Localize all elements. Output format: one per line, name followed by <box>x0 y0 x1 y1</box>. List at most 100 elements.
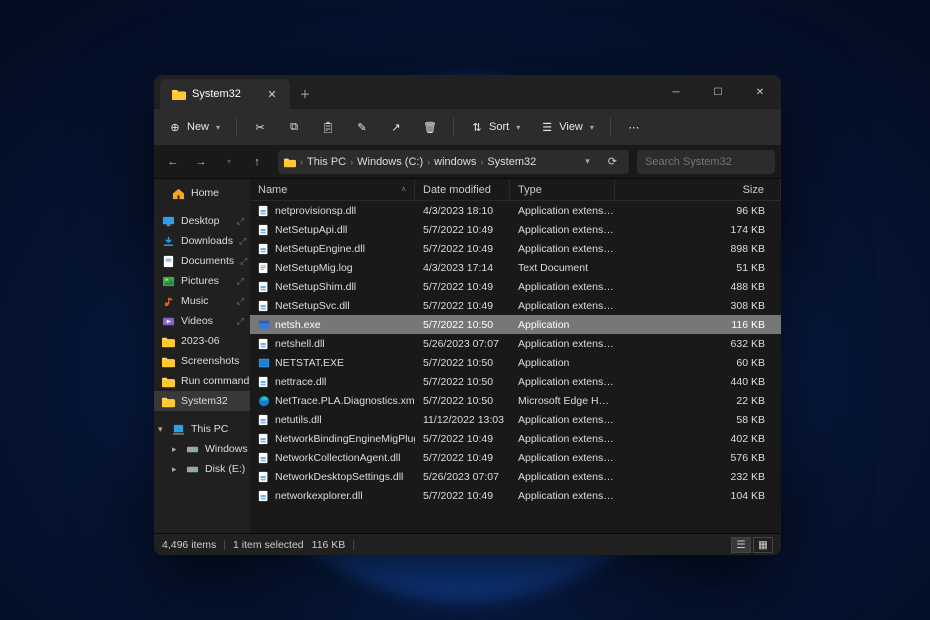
file-row[interactable]: NETSTAT.EXE5/7/2022 10:50Application60 K… <box>250 353 781 372</box>
drive-icon <box>186 463 199 476</box>
delete-button[interactable]: 🗑︎ <box>415 115 445 139</box>
file-name: NetTrace.PLA.Diagnostics.xml <box>275 395 415 407</box>
file-date: 5/7/2022 10:50 <box>415 319 510 331</box>
file-row[interactable]: NetworkBindingEngineMigPlugin.dll5/7/202… <box>250 429 781 448</box>
selection-size: 116 KB <box>312 539 346 551</box>
tab-close-button[interactable]: ✕ <box>264 86 280 102</box>
search-box[interactable]: ⌕ <box>637 150 775 174</box>
file-row[interactable]: NetworkCollectionAgent.dll5/7/2022 10:49… <box>250 448 781 467</box>
file-size: 308 KB <box>615 300 781 312</box>
sort-ascending-icon: ˄ <box>401 185 406 194</box>
sidebar-thispc[interactable]: ▾ This PC <box>154 419 250 439</box>
back-button[interactable]: ← <box>160 149 186 175</box>
file-list[interactable]: netprovisionsp.dll4/3/2023 18:10Applicat… <box>250 201 781 533</box>
file-row[interactable]: NetSetupMig.log4/3/2023 17:14Text Docume… <box>250 258 781 277</box>
navigation-pane[interactable]: Home Desktop⤢ Downloads⤢ Documents⤢ Pict… <box>154 179 250 533</box>
sidebar-item-desktop[interactable]: Desktop⤢ <box>154 211 250 231</box>
more-button[interactable]: ⋯ <box>619 115 649 139</box>
sidebar-item-folder[interactable]: 2023-06 <box>154 331 250 351</box>
sort-button[interactable]: ⇅ Sort ▾ <box>462 115 528 139</box>
new-tab-button[interactable]: ＋ <box>290 79 320 109</box>
address-dropdown[interactable]: ▾ <box>579 156 596 167</box>
file-row[interactable]: netsh.exe5/7/2022 10:50Application116 KB <box>250 315 781 334</box>
column-name[interactable]: Name˄ <box>250 179 415 200</box>
sidebar-drive-e[interactable]: ▸Disk (E:) <box>154 459 250 479</box>
cut-button[interactable]: ✂ <box>245 115 275 139</box>
file-size: 60 KB <box>615 357 781 369</box>
file-row[interactable]: NetSetupSvc.dll5/7/2022 10:49Application… <box>250 296 781 315</box>
file-name: NetSetupMig.log <box>275 262 353 274</box>
file-name: NetSetupApi.dll <box>275 224 347 236</box>
file-row[interactable]: NetSetupShim.dll5/7/2022 10:49Applicatio… <box>250 277 781 296</box>
file-row[interactable]: netshell.dll5/26/2023 07:07Application e… <box>250 334 781 353</box>
file-date: 5/7/2022 10:50 <box>415 357 510 369</box>
file-row[interactable]: NetSetupApi.dll5/7/2022 10:49Application… <box>250 220 781 239</box>
file-type: Application extension <box>510 376 615 388</box>
sort-icon: ⇅ <box>470 120 484 134</box>
column-type[interactable]: Type <box>510 179 615 200</box>
sidebar-item-music[interactable]: Music⤢ <box>154 291 250 311</box>
breadcrumb-drive[interactable]: Windows (C:) <box>357 156 423 168</box>
file-size: 402 KB <box>615 433 781 445</box>
details-view-button[interactable]: ☰ <box>731 537 751 553</box>
new-label: New <box>187 121 209 133</box>
rename-button[interactable]: ✎ <box>347 115 377 139</box>
folder-icon <box>172 87 186 101</box>
paste-button[interactable]: 📋︎ <box>313 115 343 139</box>
sidebar-item-screenshots[interactable]: Screenshots <box>154 351 250 371</box>
chevron-right-icon[interactable]: ▸ <box>172 464 180 475</box>
file-name: NetSetupSvc.dll <box>275 300 350 312</box>
copy-button[interactable]: ⧉ <box>279 115 309 139</box>
file-date: 5/7/2022 10:50 <box>415 395 510 407</box>
chevron-down-icon[interactable]: ▾ <box>158 424 166 435</box>
status-bar: 4,496 items | 1 item selected 116 KB | ☰… <box>154 533 781 555</box>
chevron-right-icon[interactable]: ▸ <box>172 444 180 455</box>
video-icon <box>162 315 175 328</box>
sidebar-item-downloads[interactable]: Downloads⤢ <box>154 231 250 251</box>
sidebar-item-pictures[interactable]: Pictures⤢ <box>154 271 250 291</box>
new-button[interactable]: ⊕ New ▾ <box>160 115 228 139</box>
breadcrumb-windows[interactable]: windows <box>434 156 476 168</box>
share-button[interactable]: ↗ <box>381 115 411 139</box>
forward-button[interactable]: → <box>188 149 214 175</box>
sidebar-item-documents[interactable]: Documents⤢ <box>154 251 250 271</box>
address-bar[interactable]: › This PC › Windows (C:) › windows › Sys… <box>278 150 629 174</box>
recent-dropdown[interactable]: ▾ <box>216 149 242 175</box>
titlebar[interactable]: System32 ✕ ＋ ─ ☐ ✕ <box>154 75 781 109</box>
pin-icon: ⤢ <box>237 296 244 307</box>
file-type: Application extension <box>510 300 615 312</box>
file-row[interactable]: nettrace.dll5/7/2022 10:50Application ex… <box>250 372 781 391</box>
sidebar-item-videos[interactable]: Videos⤢ <box>154 311 250 331</box>
file-row[interactable]: NetTrace.PLA.Diagnostics.xml5/7/2022 10:… <box>250 391 781 410</box>
file-row[interactable]: NetworkDesktopSettings.dll5/26/2023 07:0… <box>250 467 781 486</box>
file-type: Application extension <box>510 490 615 502</box>
column-date[interactable]: Date modified <box>415 179 510 200</box>
file-icon <box>258 338 270 350</box>
sidebar-item-system32[interactable]: System32 <box>154 391 250 411</box>
file-icon <box>258 357 270 369</box>
maximize-button[interactable]: ☐ <box>697 75 739 109</box>
sidebar-drive-c[interactable]: ▸Windows (C:) <box>154 439 250 459</box>
file-row[interactable]: NetSetupEngine.dll5/7/2022 10:49Applicat… <box>250 239 781 258</box>
file-icon <box>258 452 270 464</box>
tab-active[interactable]: System32 ✕ <box>160 79 290 109</box>
thumbnails-view-button[interactable]: ▦ <box>753 537 773 553</box>
file-row[interactable]: networkexplorer.dll5/7/2022 10:49Applica… <box>250 486 781 505</box>
breadcrumb-system32[interactable]: System32 <box>487 156 536 168</box>
minimize-button[interactable]: ─ <box>655 75 697 109</box>
column-size[interactable]: Size <box>615 179 781 200</box>
up-button[interactable]: ↑ <box>244 149 270 175</box>
file-row[interactable]: netutils.dll11/12/2022 13:03Application … <box>250 410 781 429</box>
close-button[interactable]: ✕ <box>739 75 781 109</box>
file-row[interactable]: netprovisionsp.dll4/3/2023 18:10Applicat… <box>250 201 781 220</box>
desktop-icon <box>162 215 175 228</box>
chevron-right-icon: › <box>427 157 430 167</box>
file-type: Application <box>510 357 615 369</box>
file-date: 5/7/2022 10:49 <box>415 452 510 464</box>
view-button[interactable]: ☰ View ▾ <box>532 115 602 139</box>
sidebar-item-runcommand[interactable]: Run command <box>154 371 250 391</box>
breadcrumb-thispc[interactable]: This PC <box>307 156 346 168</box>
search-input[interactable] <box>645 156 781 168</box>
refresh-button[interactable]: ⟳ <box>600 155 625 168</box>
sidebar-home[interactable]: Home <box>154 183 250 203</box>
